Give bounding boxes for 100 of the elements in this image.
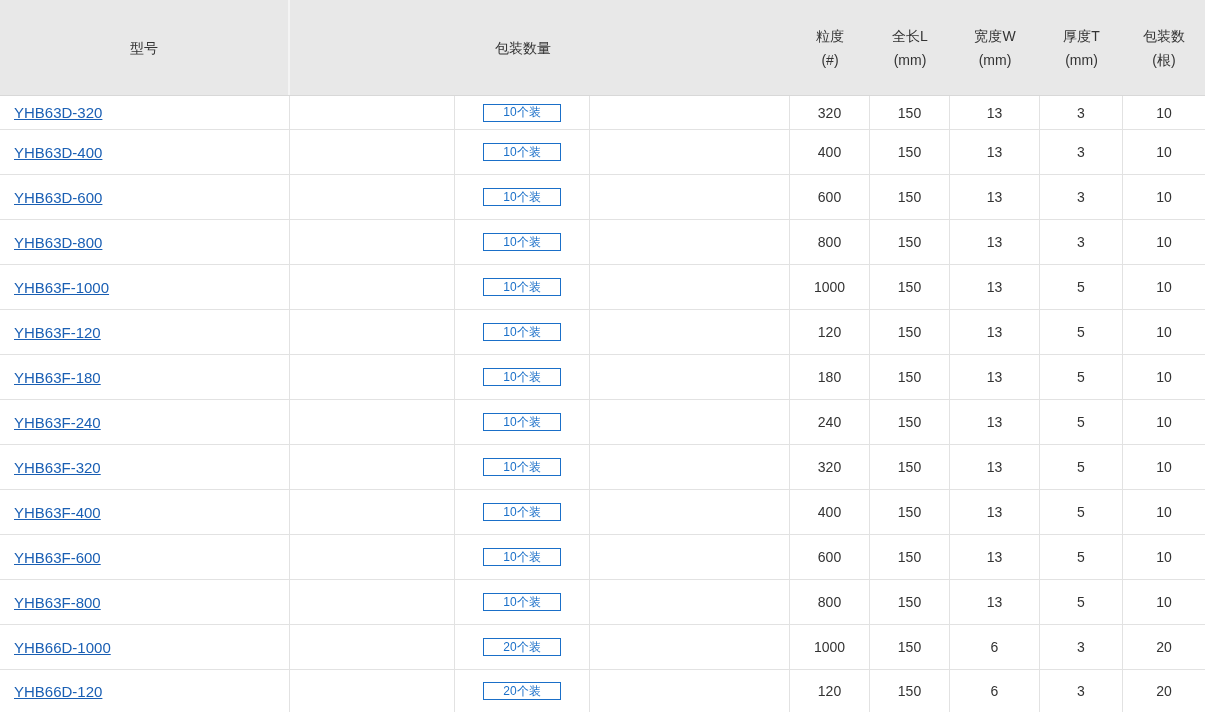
table-cell: 3 <box>1077 639 1085 655</box>
model-link[interactable]: YHB63F-800 <box>14 593 101 611</box>
table-cell: 5 <box>1077 549 1085 565</box>
package-tag: 10个装 <box>483 103 561 122</box>
table-cell: 150 <box>897 369 922 385</box>
model-link[interactable]: YHB63F-180 <box>14 368 101 386</box>
table-cell: 800 <box>817 594 842 610</box>
table-cell: 10 <box>1156 279 1172 295</box>
package-tag: 10个装 <box>483 413 561 431</box>
model-link[interactable]: YHB63F-1000 <box>14 278 110 296</box>
model-link[interactable]: YHB63D-320 <box>14 104 103 121</box>
table-cell: 5 <box>1077 414 1085 430</box>
column-header: 全长L <box>892 26 928 46</box>
package-tag: 10个装 <box>483 143 561 161</box>
table-cell: 150 <box>897 549 922 565</box>
table-cell: 10 <box>1156 504 1172 520</box>
model-link[interactable]: YHB63F-400 <box>14 503 101 521</box>
table-cell: 150 <box>897 639 922 655</box>
table-cell: 150 <box>897 324 922 340</box>
table-cell: 10 <box>1156 104 1172 121</box>
table-cell: 150 <box>897 683 922 699</box>
package-tag: 10个装 <box>483 458 561 476</box>
table-cell: 150 <box>897 189 922 205</box>
table-cell: 10 <box>1156 189 1172 205</box>
table-cell: 10 <box>1156 594 1172 610</box>
column-unit: (#) <box>821 50 839 70</box>
table-cell: 150 <box>897 104 922 121</box>
table-cell: 320 <box>817 459 842 475</box>
table-cell: 13 <box>986 189 1003 205</box>
table-cell: 13 <box>986 234 1003 250</box>
model-link[interactable]: YHB63D-400 <box>14 143 103 161</box>
table-cell: 13 <box>986 104 1003 121</box>
table-cell: 240 <box>817 414 842 430</box>
table-cell: 13 <box>986 594 1003 610</box>
table-cell: 3 <box>1077 144 1085 160</box>
model-link[interactable]: YHB66D-1000 <box>14 638 111 656</box>
table-cell: 13 <box>986 459 1003 475</box>
column-unit: (mm) <box>893 50 927 70</box>
table-cell: 150 <box>897 504 922 520</box>
table-cell: 20 <box>1156 683 1172 699</box>
model-link[interactable]: YHB66D-120 <box>14 682 103 700</box>
package-tag: 10个装 <box>483 503 561 521</box>
column-unit: (根) <box>1152 50 1176 70</box>
model-link[interactable]: YHB63F-320 <box>14 458 101 476</box>
table-cell: 600 <box>817 189 842 205</box>
table-cell: 120 <box>817 324 842 340</box>
table-cell: 13 <box>986 324 1003 340</box>
table-cell: 400 <box>817 144 842 160</box>
table-cell: 10 <box>1156 369 1172 385</box>
table-cell: 3 <box>1077 683 1085 699</box>
table-cell: 150 <box>897 144 922 160</box>
model-link[interactable]: YHB63F-120 <box>14 323 101 341</box>
package-tag: 20个装 <box>483 682 561 700</box>
table-cell: 10 <box>1156 144 1172 160</box>
table-cell: 600 <box>817 549 842 565</box>
table-cell: 13 <box>986 369 1003 385</box>
table-cell: 3 <box>1077 104 1085 121</box>
package-tag: 10个装 <box>483 368 561 386</box>
table-cell: 10 <box>1156 234 1172 250</box>
table-cell: 150 <box>897 414 922 430</box>
table-cell: 3 <box>1077 189 1085 205</box>
column-header: 粒度 <box>816 26 844 46</box>
table-cell: 13 <box>986 504 1003 520</box>
table-cell: 5 <box>1077 369 1085 385</box>
table-cell: 400 <box>817 504 842 520</box>
column-unit: (mm) <box>1065 50 1098 70</box>
model-link[interactable]: YHB63D-600 <box>14 188 103 206</box>
package-tag: 10个装 <box>483 188 561 206</box>
table-cell: 800 <box>817 234 842 250</box>
package-tag: 10个装 <box>483 233 561 251</box>
table-cell: 10 <box>1156 549 1172 565</box>
model-link[interactable]: YHB63F-240 <box>14 413 101 431</box>
table-cell: 20 <box>1156 639 1172 655</box>
table-cell: 3 <box>1077 234 1085 250</box>
table-cell: 13 <box>986 144 1003 160</box>
package-tag: 20个装 <box>483 638 561 656</box>
table-cell: 13 <box>986 549 1003 565</box>
table-cell: 10 <box>1156 414 1172 430</box>
column-header: 厚度T <box>1063 26 1100 46</box>
column-header: 型号 <box>130 38 158 58</box>
package-tag: 10个装 <box>483 278 561 296</box>
table-cell: 5 <box>1077 504 1085 520</box>
model-link[interactable]: YHB63D-800 <box>14 233 103 251</box>
model-link[interactable]: YHB63F-600 <box>14 548 101 566</box>
table-cell: 1000 <box>813 639 846 655</box>
table-cell: 13 <box>986 414 1003 430</box>
table-cell: 6 <box>990 683 999 699</box>
table-cell: 5 <box>1077 279 1085 295</box>
table-cell: 1000 <box>813 279 846 295</box>
table-cell: 150 <box>897 459 922 475</box>
table-cell: 150 <box>897 279 922 295</box>
table-cell: 150 <box>897 594 922 610</box>
table-cell: 150 <box>897 234 922 250</box>
table-cell: 10 <box>1156 324 1172 340</box>
table-cell: 180 <box>817 369 842 385</box>
table-cell: 5 <box>1077 324 1085 340</box>
table-cell: 120 <box>817 683 842 699</box>
table-cell: 10 <box>1156 459 1172 475</box>
column-header: 宽度W <box>974 26 1016 46</box>
table-cell: 5 <box>1077 594 1085 610</box>
